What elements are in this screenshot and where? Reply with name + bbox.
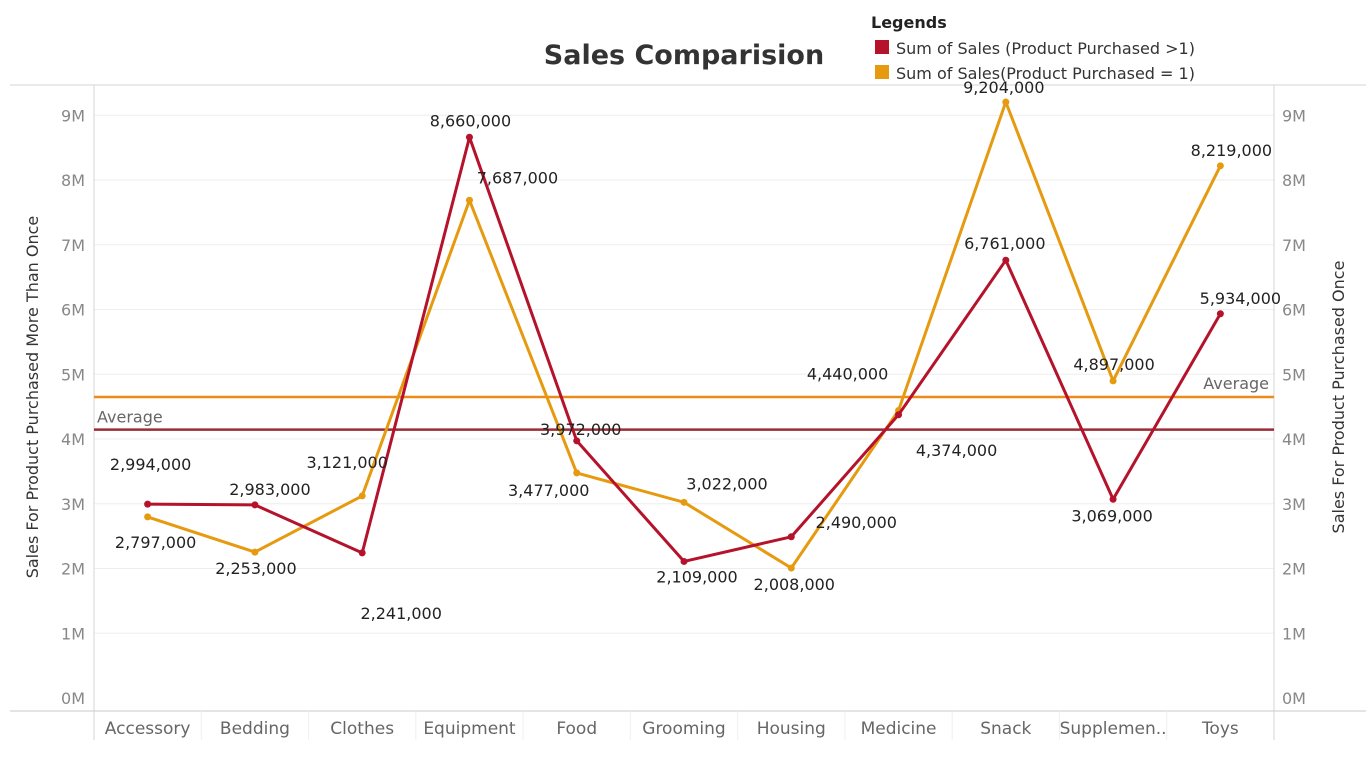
y-tick-left: 7M — [61, 236, 85, 255]
y-tick-right: 2M — [1282, 560, 1306, 579]
data-label: 3,972,000 — [540, 420, 621, 439]
legend: Legends Sum of Sales (Product Purchased … — [871, 13, 1195, 83]
data-label: 2,008,000 — [754, 575, 835, 594]
data-point — [144, 513, 152, 521]
data-label: 2,241,000 — [360, 604, 441, 623]
y-tick-right: 0M — [1282, 689, 1306, 708]
y-tick-left: 8M — [61, 171, 85, 190]
average-label: Average — [97, 408, 163, 427]
data-labels: 2,994,000 2,983,000 2,241,000 8,660,000 3,97… — [110, 78, 1281, 623]
chart-title: Sales Comparision — [544, 40, 824, 71]
data-label: 8,219,000 — [1191, 141, 1272, 160]
y-tick-left: 0M — [61, 689, 85, 708]
data-point — [251, 501, 259, 509]
data-point — [358, 492, 366, 500]
x-tick-housing: Housing — [757, 719, 826, 739]
y-tick-left: 9M — [61, 106, 85, 125]
data-point — [251, 548, 259, 556]
data-point — [1216, 162, 1224, 170]
data-label: 4,374,000 — [916, 441, 997, 460]
legend-swatch-single — [875, 65, 889, 79]
y-tick-right: 1M — [1282, 624, 1306, 643]
data-label: 2,253,000 — [215, 559, 296, 578]
data-label: 2,797,000 — [115, 533, 196, 552]
data-point — [1109, 377, 1117, 385]
y-tick-left: 5M — [61, 365, 85, 384]
gridlines — [94, 114, 1274, 634]
axis-ticks: 0M 0M 1M 1M 2M 2M 3M 3M 4M 4M 5M 5M 6M 6M 7M 7M 8M 8M 9M 9M — [61, 106, 1306, 708]
legend-title: Legends — [871, 13, 947, 32]
data-label: 3,121,000 — [306, 453, 387, 472]
y-tick-left: 3M — [61, 495, 85, 514]
data-label: 9,204,000 — [963, 78, 1044, 97]
x-tick-clothes: Clothes — [330, 719, 394, 739]
data-label: 5,934,000 — [1200, 289, 1281, 308]
legend-swatch-repeat — [875, 40, 889, 54]
data-label: 2,109,000 — [656, 567, 737, 586]
data-label: 4,440,000 — [807, 365, 888, 384]
y-axis-title-right: Sales For Product Purchased Once — [1329, 261, 1348, 534]
data-label: 3,022,000 — [686, 474, 767, 493]
sales-comparison-chart: Sales Comparision Legends Sum of Sales (… — [10, 13, 1366, 740]
x-tick-medicine: Medicine — [861, 719, 937, 739]
data-point — [895, 411, 903, 419]
x-tick-grooming: Grooming — [642, 719, 725, 739]
y-tick-left: 2M — [61, 560, 85, 579]
data-point — [573, 469, 581, 477]
data-point — [465, 196, 473, 204]
data-point — [1109, 495, 1117, 503]
category-labels: Accessory Bedding Clothes Equipment Food Groo… — [105, 711, 1239, 740]
legend-label-repeat: Sum of Sales (Product Purchased >1) — [896, 39, 1195, 58]
average-label: Average — [1203, 374, 1269, 393]
data-label: 6,761,000 — [964, 234, 1045, 253]
y-tick-right: 7M — [1282, 236, 1306, 255]
data-point — [465, 133, 473, 141]
data-label: 4,897,000 — [1073, 355, 1154, 374]
data-label: 2,994,000 — [110, 455, 191, 474]
x-tick-bedding: Bedding — [220, 719, 290, 739]
series-lines — [144, 98, 1224, 572]
data-point — [1002, 98, 1010, 106]
data-label: 8,660,000 — [430, 111, 511, 130]
data-label: 7,687,000 — [477, 168, 558, 187]
data-point — [680, 557, 688, 565]
y-tick-right: 4M — [1282, 430, 1306, 449]
y-tick-right: 5M — [1282, 365, 1306, 384]
x-tick-equipment: Equipment — [423, 719, 516, 739]
data-label: 3,477,000 — [508, 481, 589, 500]
average-lines: Average Average — [94, 374, 1274, 431]
data-point — [680, 498, 688, 506]
y-tick-right: 3M — [1282, 495, 1306, 514]
x-tick-toys: Toys — [1201, 719, 1239, 739]
x-tick-food: Food — [556, 719, 597, 739]
data-point — [144, 500, 152, 508]
x-tick-accessory: Accessory — [105, 719, 191, 739]
legend-label-single: Sum of Sales(Product Purchased = 1) — [896, 64, 1195, 83]
y-tick-right: 6M — [1282, 301, 1306, 320]
data-label: 2,983,000 — [229, 480, 310, 499]
data-label: 3,069,000 — [1071, 506, 1152, 525]
y-tick-right: 8M — [1282, 171, 1306, 190]
data-label: 2,490,000 — [816, 513, 897, 532]
data-point — [1216, 310, 1224, 318]
y-axis-title-left: Sales For Product Purchased More Than On… — [23, 216, 42, 579]
data-point — [1002, 256, 1010, 264]
x-tick-snack: Snack — [980, 719, 1031, 739]
y-tick-left: 4M — [61, 430, 85, 449]
data-point — [787, 533, 795, 541]
y-tick-right: 9M — [1282, 106, 1306, 125]
y-tick-left: 6M — [61, 301, 85, 320]
x-tick-supplemen: Supplemen.. — [1060, 719, 1167, 739]
data-point — [358, 549, 366, 557]
data-point — [787, 564, 795, 572]
y-tick-left: 1M — [61, 624, 85, 643]
